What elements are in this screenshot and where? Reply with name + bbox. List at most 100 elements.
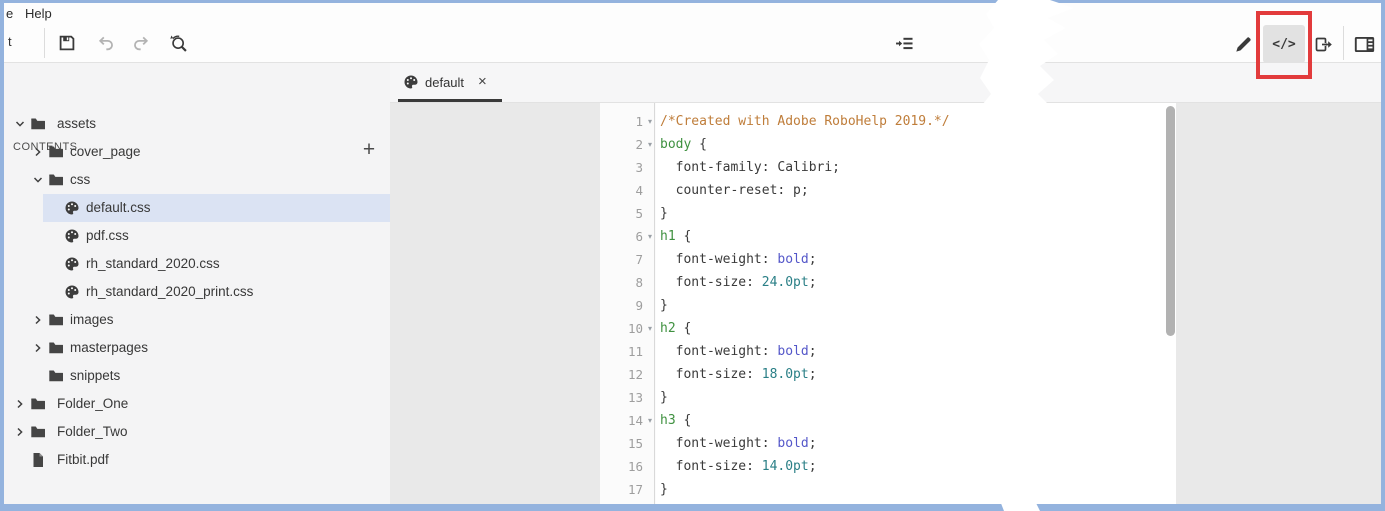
code-token: font-size: [660,459,762,474]
code-token: font-size: [660,275,762,290]
code-line: } [660,294,668,317]
code-token: { [691,137,707,152]
line-number: 13 [627,390,643,405]
line-number: 8 [635,275,643,290]
window-border-bottom [1030,504,1385,511]
code-line: } [660,202,668,225]
tree-item-folder-one[interactable]: Folder_One [4,390,390,418]
code-token: bold [777,344,809,359]
annotation-highlight-box [1256,11,1312,79]
chevron-down-icon[interactable] [33,175,43,185]
tree-item-label: cover_page [70,144,141,159]
code-token: font-weight: [660,436,778,451]
indent-button[interactable] [892,32,916,54]
code-token: bold [777,436,809,451]
tree-item-pdf-css[interactable]: pdf.css [4,222,390,250]
robohelp-window: e Help t CONTENTS + assets cover_page cs… [0,0,1385,511]
code-token: font-size: [660,367,762,382]
code-editor[interactable]: /*Created with Adobe RoboHelp 2019.*/ bod… [656,103,1004,504]
tree-item-rh-standard-2020-css[interactable]: rh_standard_2020.css [4,250,390,278]
folder-icon [49,314,63,326]
line-number: 6 [635,229,643,244]
tree-item-snippets[interactable]: snippets [4,362,390,390]
code-line: /*Created with Adobe RoboHelp 2019.*/ [660,110,950,133]
tree-item-label: Fitbit.pdf [57,452,109,467]
tree-item-css[interactable]: css [4,166,390,194]
tree-item-cover-page[interactable]: cover_page [4,138,390,166]
code-token: ; [808,344,817,359]
tab-default[interactable]: default × [398,63,502,102]
tree-item-images[interactable]: images [4,306,390,334]
tree-item-label: rh_standard_2020.css [86,256,220,271]
file-tree: assets cover_pagecss default.css pdf.css rh_… [4,63,390,504]
line-number: 15 [627,436,643,451]
chevron-right-icon[interactable] [15,427,25,437]
tree-item-label: images [70,312,114,327]
menu-item-help[interactable]: Help [25,3,52,24]
css-file-icon [403,74,419,90]
code-line: } [660,386,668,409]
folder-icon [49,174,63,186]
css-file-icon [65,201,79,215]
code-token: } [660,390,668,405]
code-token: ; [808,367,817,382]
tree-item-label: Folder_One [57,396,129,411]
code-line: font-family: Calibri; [660,156,840,179]
tree-item-folder-two[interactable]: Folder_Two [4,418,390,446]
code-token: 24.0pt [761,275,809,290]
line-number: 10 [627,321,643,336]
find-replace-icon [170,35,187,52]
tab-close-icon[interactable]: × [478,63,487,101]
toolbar-partial-text: t [8,34,12,49]
tree-item-fitbit-pdf[interactable]: Fitbit.pdf [4,446,390,474]
tree-item-label: masterpages [70,340,149,355]
tab-label: default [425,75,465,90]
code-token: } [660,206,668,221]
code-token: ; [808,252,817,267]
save-button[interactable] [56,32,78,54]
undo-button[interactable] [94,32,116,54]
code-token: font-family: Calibri; [660,160,841,175]
chevron-right-icon[interactable] [15,399,25,409]
code-token: ; [808,436,817,451]
line-number: 1 [635,114,643,129]
tree-item-label: snippets [70,368,121,383]
code-line: font-size: 14.0pt; [660,455,817,478]
edit-mode-button[interactable] [1231,32,1255,56]
save-icon [59,35,75,51]
line-number: 17 [627,482,643,497]
code-token: ; [808,275,817,290]
code-token: bold [777,252,809,267]
code-line: h3 { [660,409,691,432]
redo-button[interactable] [130,32,152,54]
code-token: 14.0pt [761,459,809,474]
toolbar-separator [1343,26,1344,60]
tree-item-label: css [70,172,91,187]
edit-pencil-icon [1235,36,1251,52]
tree-item-rh-standard-2020-print-css[interactable]: rh_standard_2020_print.css [4,278,390,306]
code-token: h3 [660,413,676,428]
code-token: { [675,229,692,244]
css-file-icon [65,257,79,271]
tree-item-masterpages[interactable]: masterpages [4,334,390,362]
toolbar-separator [44,28,45,58]
line-number: 2 [635,137,643,152]
chevron-right-icon[interactable] [33,147,43,157]
chevron-right-icon[interactable] [33,315,43,325]
tree-item-default-css[interactable]: default.css [4,194,390,222]
export-button[interactable] [1312,32,1336,56]
tree-item-label: pdf.css [86,228,129,243]
find-replace-button[interactable] [166,31,192,57]
tree-item-label: Folder_Two [57,424,128,439]
line-number: 12 [627,367,643,382]
vertical-scrollbar-thumb[interactable] [1166,106,1175,336]
folder-icon [31,118,45,130]
window-border-right [1381,0,1385,511]
chevron-right-icon[interactable] [33,343,43,353]
layout-panel-icon [1354,36,1374,52]
line-number: 5 [635,206,643,221]
folder-icon [31,398,45,410]
layout-panel-button[interactable] [1352,34,1376,54]
chevron-down-icon[interactable] [15,119,25,129]
tree-item-assets[interactable]: assets [4,110,390,138]
